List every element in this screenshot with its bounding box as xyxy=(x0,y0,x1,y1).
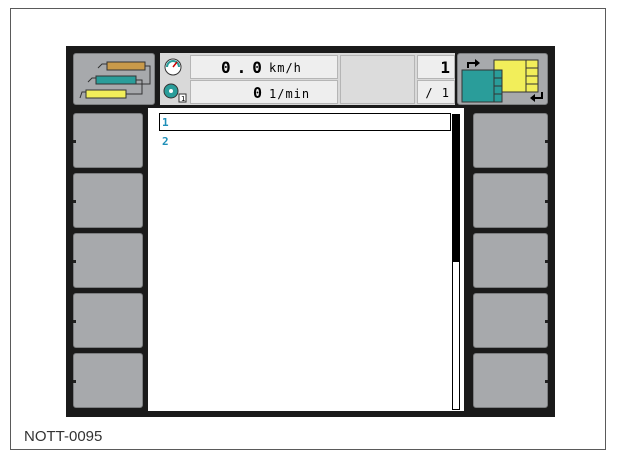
scrollbar[interactable] xyxy=(452,114,460,410)
softkey-left-4[interactable] xyxy=(73,293,143,348)
rpm-unit: 1/min xyxy=(269,87,311,101)
softkey-left-3[interactable] xyxy=(73,233,143,288)
softkey-right-2[interactable] xyxy=(473,173,548,228)
softkey-left-2[interactable] xyxy=(73,173,143,228)
softkey-right-3[interactable] xyxy=(473,233,548,288)
softkey-left-5[interactable] xyxy=(73,353,143,408)
figure-caption: NOTT-0095 xyxy=(24,428,103,445)
implement-view-button[interactable] xyxy=(73,53,155,105)
switch-view-button[interactable] xyxy=(457,53,548,105)
pto-speed-icon: 1 xyxy=(162,81,188,103)
list-item-label: 2 xyxy=(162,135,169,148)
speed-readout: 0.0 km/h xyxy=(190,55,338,79)
list-item[interactable]: 2 xyxy=(160,133,450,151)
softkey-left-1[interactable] xyxy=(73,113,143,168)
status-bar: 1 0.0 km/h 0 1/min 1 / 1 xyxy=(160,53,455,105)
list-panel: 1 2 xyxy=(148,108,464,411)
softkey-right-4[interactable] xyxy=(473,293,548,348)
terminal-screen: 1 0.0 km/h 0 1/min 1 / 1 1 2 xyxy=(66,46,555,417)
counter-current-cell: 1 xyxy=(417,55,455,79)
counter-current: 1 xyxy=(440,58,450,77)
speed-value: 0.0 xyxy=(221,58,268,77)
rpm-readout: 0 1/min xyxy=(190,80,338,104)
counter-total: / 1 xyxy=(425,86,450,100)
list-item-selected[interactable]: 1 xyxy=(159,113,451,131)
rpm-value: 0 xyxy=(253,84,263,102)
implement-layout-icon xyxy=(79,61,151,99)
scrollbar-thumb[interactable] xyxy=(453,115,459,262)
switch-screen-icon xyxy=(461,59,543,103)
counter-total-cell: / 1 xyxy=(417,80,455,104)
list-item-label: 1 xyxy=(162,116,169,129)
softkey-right-1[interactable] xyxy=(473,113,548,168)
svg-text:1: 1 xyxy=(181,95,185,103)
speedometer-icon xyxy=(162,56,184,76)
softkey-right-5[interactable] xyxy=(473,353,548,408)
speed-unit: km/h xyxy=(269,61,302,75)
empty-status-cell xyxy=(340,55,415,104)
